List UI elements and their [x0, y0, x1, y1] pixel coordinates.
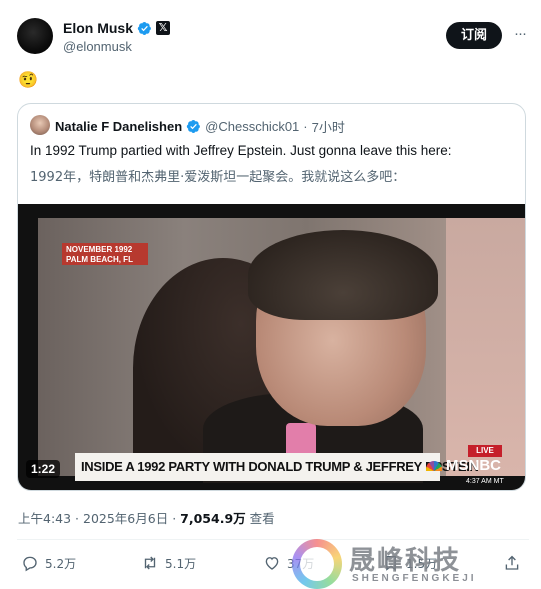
reply-icon [23, 556, 37, 572]
quoted-post[interactable]: Natalie F Danelishen @Chesschick01 · 7小时… [17, 103, 526, 491]
news-caption: INSIDE A 1992 PARTY WITH DONALD TRUMP & … [75, 453, 479, 481]
repost-count: 5.1万 [165, 556, 197, 571]
more-options-icon[interactable]: ··· [510, 24, 530, 44]
quoted-author-handle[interactable]: @Chesschick01 [205, 119, 299, 134]
author-name-row: Elon Musk 𝕏 [63, 20, 171, 36]
quoted-author-row: Natalie F Danelishen @Chesschick01 · 7小时 [55, 117, 345, 136]
network-logo: MSNBC [426, 456, 501, 476]
network-name: MSNBC [446, 457, 501, 474]
news-tag-date: NOVEMBER 1992 [66, 245, 133, 254]
watermark-text-en: SHENGFENGKEJI [352, 573, 477, 584]
repost-icon [144, 556, 156, 570]
post-timestamp[interactable]: 上午4:43 · 2025年6月6日 [18, 511, 168, 526]
post-metadata: 上午4:43 · 2025年6月6日 · 7,054.9万 查看 [18, 508, 275, 527]
dot-separator: · [303, 119, 308, 134]
view-label: 查看 [249, 511, 275, 526]
quoted-author-name[interactable]: Natalie F Danelishen [55, 119, 182, 134]
post-text: 🤨 [18, 72, 38, 89]
reply-count: 5.2万 [45, 556, 77, 571]
dot-separator: · [172, 511, 181, 526]
author-handle[interactable]: @elonmusk [63, 39, 132, 54]
share-button[interactable] [503, 550, 521, 576]
view-count: 7,054.9万 [180, 511, 246, 526]
quoted-post-text: In 1992 Trump partied with Jeffrey Epste… [30, 143, 452, 158]
repost-button[interactable]: 5.1万 [141, 550, 196, 576]
verified-badge-icon [186, 119, 201, 134]
x-affiliate-icon: 𝕏 [156, 21, 171, 35]
broadcast-clock: 4:37 AM MT [466, 478, 504, 485]
subscribe-button[interactable]: 订阅 [446, 22, 502, 49]
quoted-author-avatar[interactable] [30, 115, 50, 135]
news-location-tag: NOVEMBER 1992 PALM BEACH, FL [62, 243, 148, 265]
verified-badge-icon [137, 21, 151, 35]
peacock-icon [426, 461, 442, 471]
video-duration: 1:22 [26, 460, 61, 478]
heart-icon [265, 557, 279, 570]
reply-button[interactable]: 5.2万 [21, 550, 76, 576]
author-avatar[interactable] [17, 18, 53, 54]
quoted-post-translation: 1992年，特朗普和杰弗里·爱泼斯坦一起聚会。我就说这么多吧： [30, 170, 406, 185]
video-frame: NOVEMBER 1992 PALM BEACH, FL INSIDE A 19… [38, 218, 525, 485]
watermark-text-cn: 晟峰科技 [349, 546, 462, 576]
author-name[interactable]: Elon Musk [63, 20, 133, 36]
quoted-post-age[interactable]: 7小时 [312, 117, 345, 136]
news-tag-place: PALM BEACH, FL [66, 255, 133, 264]
video-background-wall [446, 218, 525, 476]
watermark-ring-icon [292, 539, 342, 589]
video-hair [248, 230, 438, 320]
video-player[interactable]: NOVEMBER 1992 PALM BEACH, FL INSIDE A 19… [18, 204, 525, 490]
post-header: Elon Musk 𝕏 @elonmusk 订阅 ··· [17, 18, 529, 58]
share-icon [505, 555, 519, 570]
watermark-logo: 晟峰科技 SHENGFENGKEJI [292, 539, 502, 589]
